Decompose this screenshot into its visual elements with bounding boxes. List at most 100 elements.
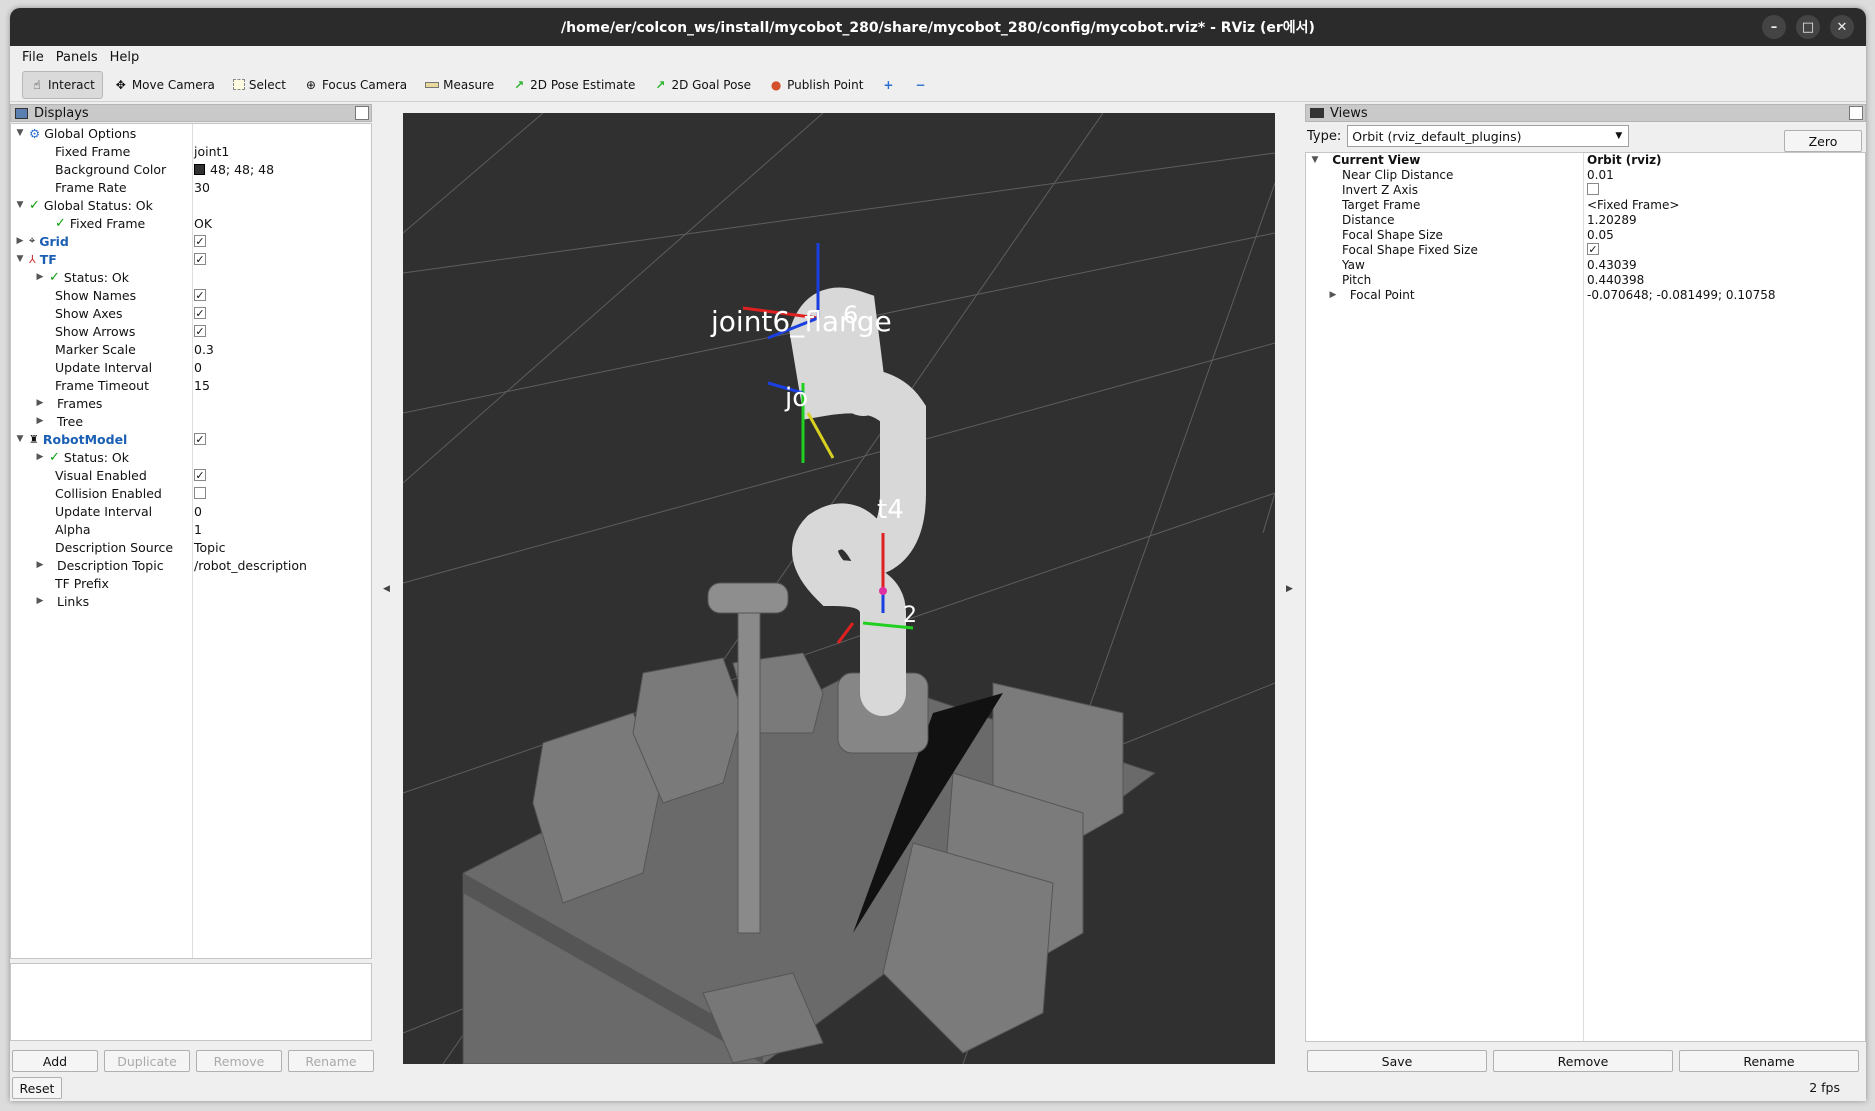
zero-button[interactable]: Zero: [1784, 130, 1862, 152]
frame-rate-value[interactable]: 30: [194, 180, 210, 195]
tree-row[interactable]: Show Axes ✓: [11, 304, 371, 322]
tree-row[interactable]: ▶ ⌖ Grid ✓: [11, 232, 371, 250]
add-button[interactable]: Add: [12, 1050, 98, 1072]
tree-row[interactable]: Background Color 48; 48; 48: [11, 160, 371, 178]
show-axes-checkbox[interactable]: ✓: [194, 307, 206, 319]
view-property-row[interactable]: Target Frame <Fixed Frame>: [1306, 198, 1865, 213]
description-topic-value[interactable]: /robot_description: [194, 558, 307, 573]
add-tool-button[interactable]: +: [874, 71, 902, 99]
tree-row[interactable]: Show Arrows ✓: [11, 322, 371, 340]
show-arrows-checkbox[interactable]: ✓: [194, 325, 206, 337]
select-tool[interactable]: Select: [226, 71, 293, 99]
invert-z-checkbox[interactable]: [1587, 183, 1599, 195]
view-type-select[interactable]: Orbit (rviz_default_plugins) ▼: [1347, 125, 1630, 147]
target-frame-value[interactable]: <Fixed Frame>: [1587, 198, 1679, 212]
pose-estimate-tool[interactable]: ↗ 2D Pose Estimate: [505, 71, 642, 99]
visual-enabled-checkbox[interactable]: ✓: [194, 469, 206, 481]
tree-row[interactable]: Collision Enabled: [11, 484, 371, 502]
background-color-value[interactable]: 48; 48; 48: [210, 162, 274, 177]
chevron-right-icon[interactable]: ▶: [35, 452, 45, 462]
description-source-value[interactable]: Topic: [194, 540, 225, 555]
view-property-row[interactable]: Distance 1.20289: [1306, 213, 1865, 228]
tree-row[interactable]: ▶ ✓ Status: Ok: [11, 268, 371, 286]
view-property-row[interactable]: Focal Shape Fixed Size ✓: [1306, 243, 1865, 258]
move-camera-tool[interactable]: ✥ Move Camera: [107, 71, 222, 99]
tree-row[interactable]: Fixed Frame joint1: [11, 142, 371, 160]
tree-row[interactable]: ▼ ♜ RobotModel ✓: [11, 430, 371, 448]
current-view-row[interactable]: ▼ Current View Orbit (rviz): [1306, 153, 1865, 168]
tree-row[interactable]: Frame Timeout 15: [11, 376, 371, 394]
focal-shape-fixed-checkbox[interactable]: ✓: [1587, 243, 1599, 255]
remove-button[interactable]: Remove: [196, 1050, 282, 1072]
float-button[interactable]: [1849, 106, 1863, 120]
update-interval-value[interactable]: 0: [194, 360, 202, 375]
focal-shape-size-value[interactable]: 0.05: [1587, 228, 1614, 242]
chevron-down-icon[interactable]: ▼: [15, 200, 25, 210]
tree-row[interactable]: TF Prefix: [11, 574, 371, 592]
distance-value[interactable]: 1.20289: [1587, 213, 1637, 227]
chevron-right-icon[interactable]: ▶: [15, 236, 25, 246]
interact-tool[interactable]: ☝ Interact: [22, 70, 103, 99]
show-names-checkbox[interactable]: ✓: [194, 289, 206, 301]
minimize-button[interactable]: –: [1762, 15, 1786, 39]
collapse-left-icon[interactable]: ◀: [383, 584, 390, 594]
3d-viewport[interactable]: joint6_flange 6 jo t4 2: [403, 113, 1275, 1064]
tree-row[interactable]: ▼ ✓ Global Status: Ok: [11, 196, 371, 214]
fixed-frame-value[interactable]: joint1: [194, 144, 229, 159]
chevron-down-icon[interactable]: ▼: [15, 128, 25, 138]
collapse-right-icon[interactable]: ▶: [1286, 584, 1293, 594]
chevron-right-icon[interactable]: ▶: [35, 560, 45, 570]
rename-button[interactable]: Rename: [288, 1050, 374, 1072]
tree-row[interactable]: Update Interval 0: [11, 358, 371, 376]
collision-enabled-checkbox[interactable]: [194, 487, 206, 499]
yaw-value[interactable]: 0.43039: [1587, 258, 1637, 272]
pitch-value[interactable]: 0.440398: [1587, 273, 1644, 287]
tree-row[interactable]: ▶ ✓ Status: Ok: [11, 448, 371, 466]
menu-file[interactable]: File: [16, 50, 50, 65]
marker-scale-value[interactable]: 0.3: [194, 342, 214, 357]
focus-camera-tool[interactable]: ⊕ Focus Camera: [297, 71, 414, 99]
reset-button[interactable]: Reset: [12, 1077, 62, 1099]
float-button[interactable]: [355, 106, 369, 120]
chevron-right-icon[interactable]: ▶: [1328, 290, 1338, 300]
chevron-right-icon[interactable]: ▶: [35, 272, 45, 282]
tf-checkbox[interactable]: ✓: [194, 253, 206, 265]
measure-tool[interactable]: Measure: [418, 71, 501, 99]
menu-help[interactable]: Help: [104, 50, 146, 65]
duplicate-button[interactable]: Duplicate: [104, 1050, 190, 1072]
alpha-value[interactable]: 1: [194, 522, 202, 537]
view-property-row[interactable]: ▶ Focal Point -0.070648; -0.081499; 0.107…: [1306, 288, 1865, 303]
focal-point-value[interactable]: -0.070648; -0.081499; 0.10758: [1587, 288, 1776, 302]
menu-panels[interactable]: Panels: [50, 50, 104, 65]
view-property-row[interactable]: Invert Z Axis: [1306, 183, 1865, 198]
chevron-right-icon[interactable]: ▶: [35, 416, 45, 426]
tree-row[interactable]: Update Interval 0: [11, 502, 371, 520]
goal-pose-tool[interactable]: ↗ 2D Goal Pose: [646, 71, 758, 99]
publish-point-tool[interactable]: ● Publish Point: [762, 71, 870, 99]
tree-row[interactable]: ▶ Frames: [11, 394, 371, 412]
rm-update-interval-value[interactable]: 0: [194, 504, 202, 519]
view-property-row[interactable]: Focal Shape Size 0.05: [1306, 228, 1865, 243]
chevron-down-icon[interactable]: ▼: [15, 254, 25, 264]
chevron-down-icon[interactable]: ▼: [15, 434, 25, 444]
near-clip-value[interactable]: 0.01: [1587, 168, 1614, 182]
maximize-button[interactable]: □: [1796, 15, 1820, 39]
tree-row[interactable]: ✓ Fixed Frame OK: [11, 214, 371, 232]
close-button[interactable]: ✕: [1830, 15, 1854, 39]
chevron-right-icon[interactable]: ▶: [35, 398, 45, 408]
frame-timeout-value[interactable]: 15: [194, 378, 210, 393]
view-property-row[interactable]: Pitch 0.440398: [1306, 273, 1865, 288]
tree-row[interactable]: Visual Enabled ✓: [11, 466, 371, 484]
view-property-row[interactable]: Yaw 0.43039: [1306, 258, 1865, 273]
tree-row[interactable]: ▼ ⅄ TF ✓: [11, 250, 371, 268]
rename-view-button[interactable]: Rename: [1679, 1050, 1859, 1072]
tree-row[interactable]: Show Names ✓: [11, 286, 371, 304]
grid-checkbox[interactable]: ✓: [194, 235, 206, 247]
tree-row[interactable]: Marker Scale 0.3: [11, 340, 371, 358]
tree-row[interactable]: ▶ Tree: [11, 412, 371, 430]
tree-row[interactable]: Description Source Topic: [11, 538, 371, 556]
chevron-down-icon[interactable]: ▼: [1310, 155, 1320, 165]
remove-view-button[interactable]: Remove: [1493, 1050, 1673, 1072]
save-button[interactable]: Save: [1307, 1050, 1487, 1072]
robot-model-checkbox[interactable]: ✓: [194, 433, 206, 445]
